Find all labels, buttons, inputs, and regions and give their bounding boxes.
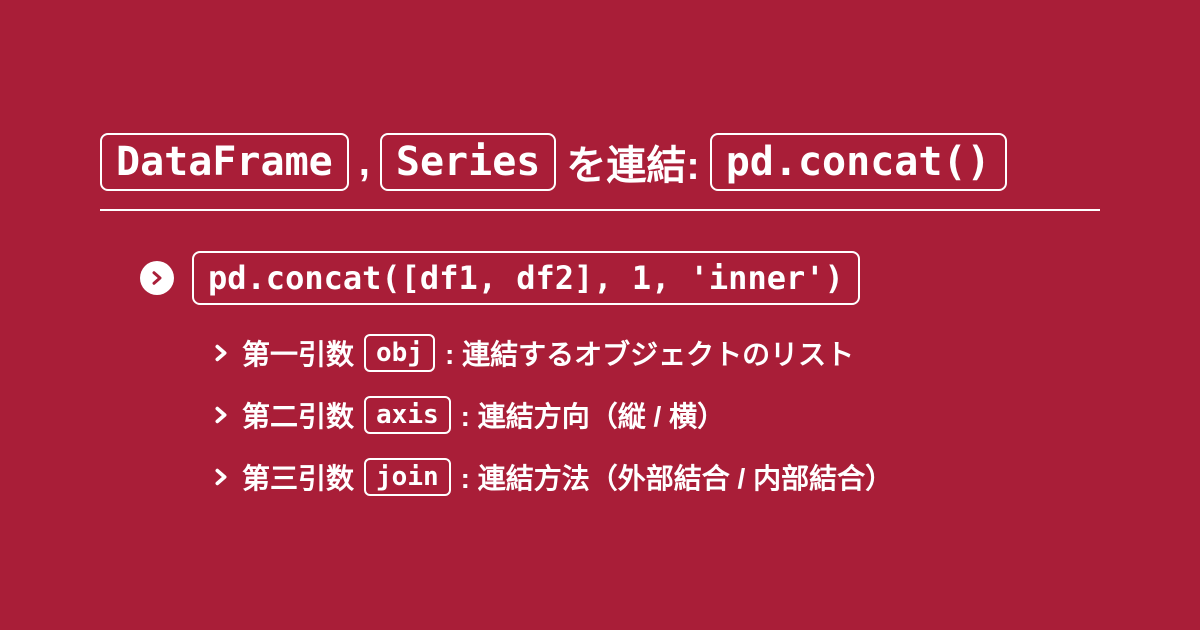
title-comma: ,: [359, 140, 370, 185]
param-row: 第二引数 axis : 連結方向（縦 / 横）: [210, 395, 1100, 435]
main-code: pd.concat([df1, df2], 1, 'inner'): [192, 251, 860, 305]
main-code-row: pd.concat([df1, df2], 1, 'inner'): [100, 251, 1100, 305]
chevron-circle-icon: [140, 261, 174, 295]
title-row: DataFrame , Series を連結: pd.concat(): [100, 133, 1100, 211]
param-label: 第二引数: [242, 395, 354, 435]
param-row: 第一引数 obj : 連結するオブジェクトのリスト: [210, 333, 1100, 373]
title-code-series: Series: [380, 133, 557, 191]
param-label: 第三引数: [242, 457, 354, 497]
param-code: join: [364, 458, 451, 496]
chevron-right-icon: [210, 342, 232, 364]
param-desc: : 連結方向（縦 / 横）: [461, 395, 725, 435]
title-code-dataframe: DataFrame: [100, 133, 349, 191]
title-code-concat: pd.concat(): [710, 133, 1007, 191]
param-row: 第三引数 join : 連結方法（外部結合 / 内部結合）: [210, 457, 1100, 497]
param-list: 第一引数 obj : 連結するオブジェクトのリスト 第二引数 axis : 連結…: [100, 333, 1100, 497]
chevron-right-icon: [210, 404, 232, 426]
param-label: 第一引数: [242, 333, 354, 373]
param-desc: : 連結方法（外部結合 / 内部結合）: [461, 457, 893, 497]
title-text: を連結:: [566, 133, 699, 191]
param-desc: : 連結するオブジェクトのリスト: [445, 333, 854, 373]
chevron-right-icon: [210, 466, 232, 488]
param-code: axis: [364, 396, 451, 434]
param-code: obj: [364, 334, 435, 372]
